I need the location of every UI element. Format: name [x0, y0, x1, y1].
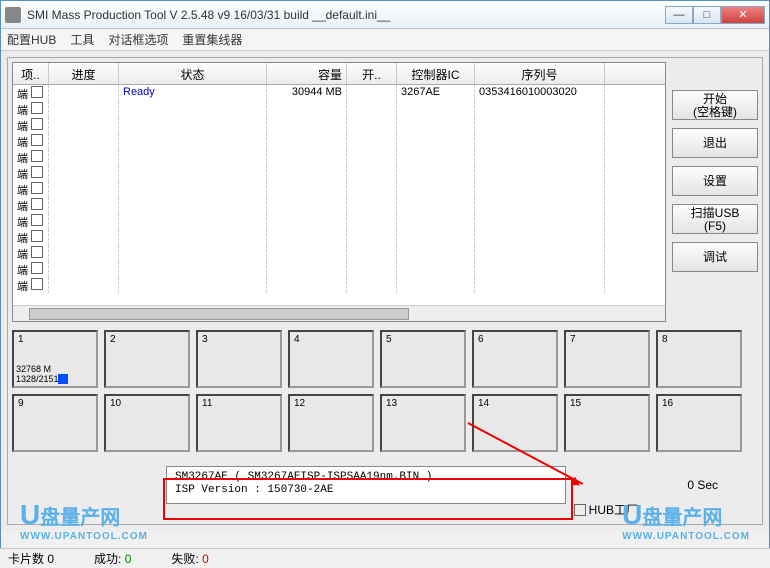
table-body: 端 Ready 30944 MB 3267AE 0353416010003020… — [13, 85, 665, 307]
menu-tools[interactable]: 工具 — [70, 31, 94, 48]
start-button[interactable]: 开始 (空格键) — [672, 90, 758, 120]
side-buttons: 开始 (空格键) 退出 设置 扫描USB (F5) 调试 — [672, 62, 758, 322]
row-checkbox[interactable] — [31, 150, 43, 162]
isp-line2: ISP Version : 150730-2AE — [175, 484, 557, 497]
col-capacity[interactable]: 容量 — [267, 63, 347, 84]
menu-reset[interactable]: 重置集线器 — [182, 31, 242, 48]
row-checkbox[interactable] — [31, 198, 43, 210]
maximize-button[interactable]: □ — [693, 6, 721, 24]
slot-12[interactable]: 12 — [288, 394, 374, 452]
lower-panel: SM3267AE ( SM3267AEISP-ISPSAA19nm.BIN ) … — [12, 460, 758, 520]
hub-factory-checkbox[interactable]: HUB工厂 — [574, 501, 638, 518]
row-checkbox[interactable] — [31, 182, 43, 194]
setting-button[interactable]: 设置 — [672, 166, 758, 196]
row-checkbox[interactable] — [31, 102, 43, 114]
row-checkbox[interactable] — [31, 246, 43, 258]
col-serial[interactable]: 序列号 — [475, 63, 605, 84]
menu-hub[interactable]: 配置HUB — [7, 31, 56, 48]
slot-11[interactable]: 11 — [196, 394, 282, 452]
slot-5[interactable]: 5 — [380, 330, 466, 388]
close-button[interactable]: ✕ — [721, 6, 765, 24]
app-icon — [5, 7, 21, 23]
titlebar: SMI Mass Production Tool V 2.5.48 v9 16/… — [1, 1, 769, 29]
slot-3[interactable]: 3 — [196, 330, 282, 388]
slot-6[interactable]: 6 — [472, 330, 558, 388]
scan-usb-button[interactable]: 扫描USB (F5) — [672, 204, 758, 234]
slot-8[interactable]: 8 — [656, 330, 742, 388]
col-controller[interactable]: 控制器IC — [397, 63, 475, 84]
serial-cell: 0353416010003020 — [475, 85, 605, 101]
row-checkbox[interactable] — [31, 278, 43, 290]
statusbar: 卡片数 0 成功: 0 失败: 0 — [0, 548, 770, 568]
slot-13[interactable]: 13 — [380, 394, 466, 452]
slot-16[interactable]: 16 — [656, 394, 742, 452]
slot-15[interactable]: 15 — [564, 394, 650, 452]
slot-2[interactable]: 2 — [104, 330, 190, 388]
col-switch[interactable]: 开.. — [347, 63, 397, 84]
slot-grid: 132768 M1328/21518 2 3 4 5 6 7 8 9 10 11… — [12, 330, 758, 452]
row-checkbox[interactable] — [31, 134, 43, 146]
horizontal-scrollbar[interactable] — [13, 305, 665, 321]
row-checkbox[interactable] — [31, 262, 43, 274]
col-status[interactable]: 状态 — [119, 63, 267, 84]
ic-cell: 3267AE — [397, 85, 475, 101]
exit-button[interactable]: 退出 — [672, 128, 758, 158]
row-checkbox[interactable] — [31, 230, 43, 242]
row-checkbox[interactable] — [31, 86, 43, 98]
col-item[interactable]: 项.. — [13, 63, 49, 84]
table-row[interactable]: 端 Ready 30944 MB 3267AE 0353416010003020 — [13, 85, 665, 101]
row-checkbox[interactable] — [31, 166, 43, 178]
window-title: SMI Mass Production Tool V 2.5.48 v9 16/… — [27, 8, 665, 22]
isp-info-box: SM3267AE ( SM3267AEISP-ISPSAA19nm.BIN ) … — [166, 466, 566, 504]
app-window: SMI Mass Production Tool V 2.5.48 v9 16/… — [0, 0, 770, 568]
isp-line1: SM3267AE ( SM3267AEISP-ISPSAA19nm.BIN ) — [175, 471, 557, 484]
status-success: 成功: 0 — [94, 550, 131, 567]
progress-indicator — [58, 374, 68, 384]
status-cell: Ready — [119, 85, 267, 101]
debug-button[interactable]: 调试 — [672, 242, 758, 272]
slot-10[interactable]: 10 — [104, 394, 190, 452]
slot-7[interactable]: 7 — [564, 330, 650, 388]
device-table: 项.. 进度 状态 容量 开.. 控制器IC 序列号 端 Ready — [12, 62, 666, 322]
minimize-button[interactable]: — — [665, 6, 693, 24]
main-panel: 项.. 进度 状态 容量 开.. 控制器IC 序列号 端 Ready — [1, 51, 769, 531]
slot-1[interactable]: 132768 M1328/21518 — [12, 330, 98, 388]
capacity-cell: 30944 MB — [267, 85, 347, 101]
row-checkbox[interactable] — [31, 118, 43, 130]
menubar: 配置HUB 工具 对话框选项 重置集线器 — [1, 29, 769, 51]
slot-4[interactable]: 4 — [288, 330, 374, 388]
slot-14[interactable]: 14 — [472, 394, 558, 452]
menu-dialog[interactable]: 对话框选项 — [108, 31, 168, 48]
col-progress[interactable]: 进度 — [49, 63, 119, 84]
status-cards: 卡片数 0 — [8, 550, 54, 567]
row-checkbox[interactable] — [31, 214, 43, 226]
slot-9[interactable]: 9 — [12, 394, 98, 452]
timer-label: 0 Sec — [687, 478, 718, 492]
status-fail: 失败: 0 — [171, 550, 208, 567]
